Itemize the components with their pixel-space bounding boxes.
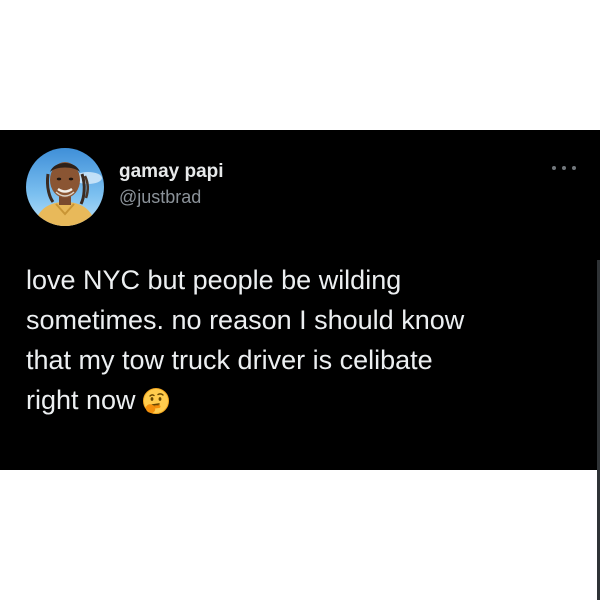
tweet-line: sometimes. no reason I should know <box>26 305 465 335</box>
avatar-image <box>26 148 104 226</box>
tweet-line: love NYC but people be wilding <box>26 265 402 295</box>
more-options-button[interactable] <box>552 160 576 176</box>
thinking-face-emoji-icon <box>142 386 170 426</box>
tweet-line: that my tow truck driver is celibate <box>26 345 433 375</box>
user-handle[interactable]: @justbrad <box>119 185 224 209</box>
ellipsis-icon <box>562 166 566 170</box>
tweet-text: love NYC but people be wilding sometimes… <box>26 260 581 426</box>
tweet-line-text: right now <box>26 385 136 415</box>
tweet-line-last: right now <box>26 380 581 426</box>
ellipsis-icon <box>572 166 576 170</box>
user-info[interactable]: gamay papi @justbrad <box>119 160 224 209</box>
display-name[interactable]: gamay papi <box>119 160 224 184</box>
avatar[interactable] <box>26 148 104 226</box>
tweet-card[interactable]: gamay papi @justbrad love NYC but people… <box>0 130 600 600</box>
ellipsis-icon <box>552 166 556 170</box>
screenshot-frame: gamay papi @justbrad love NYC but people… <box>0 0 600 600</box>
